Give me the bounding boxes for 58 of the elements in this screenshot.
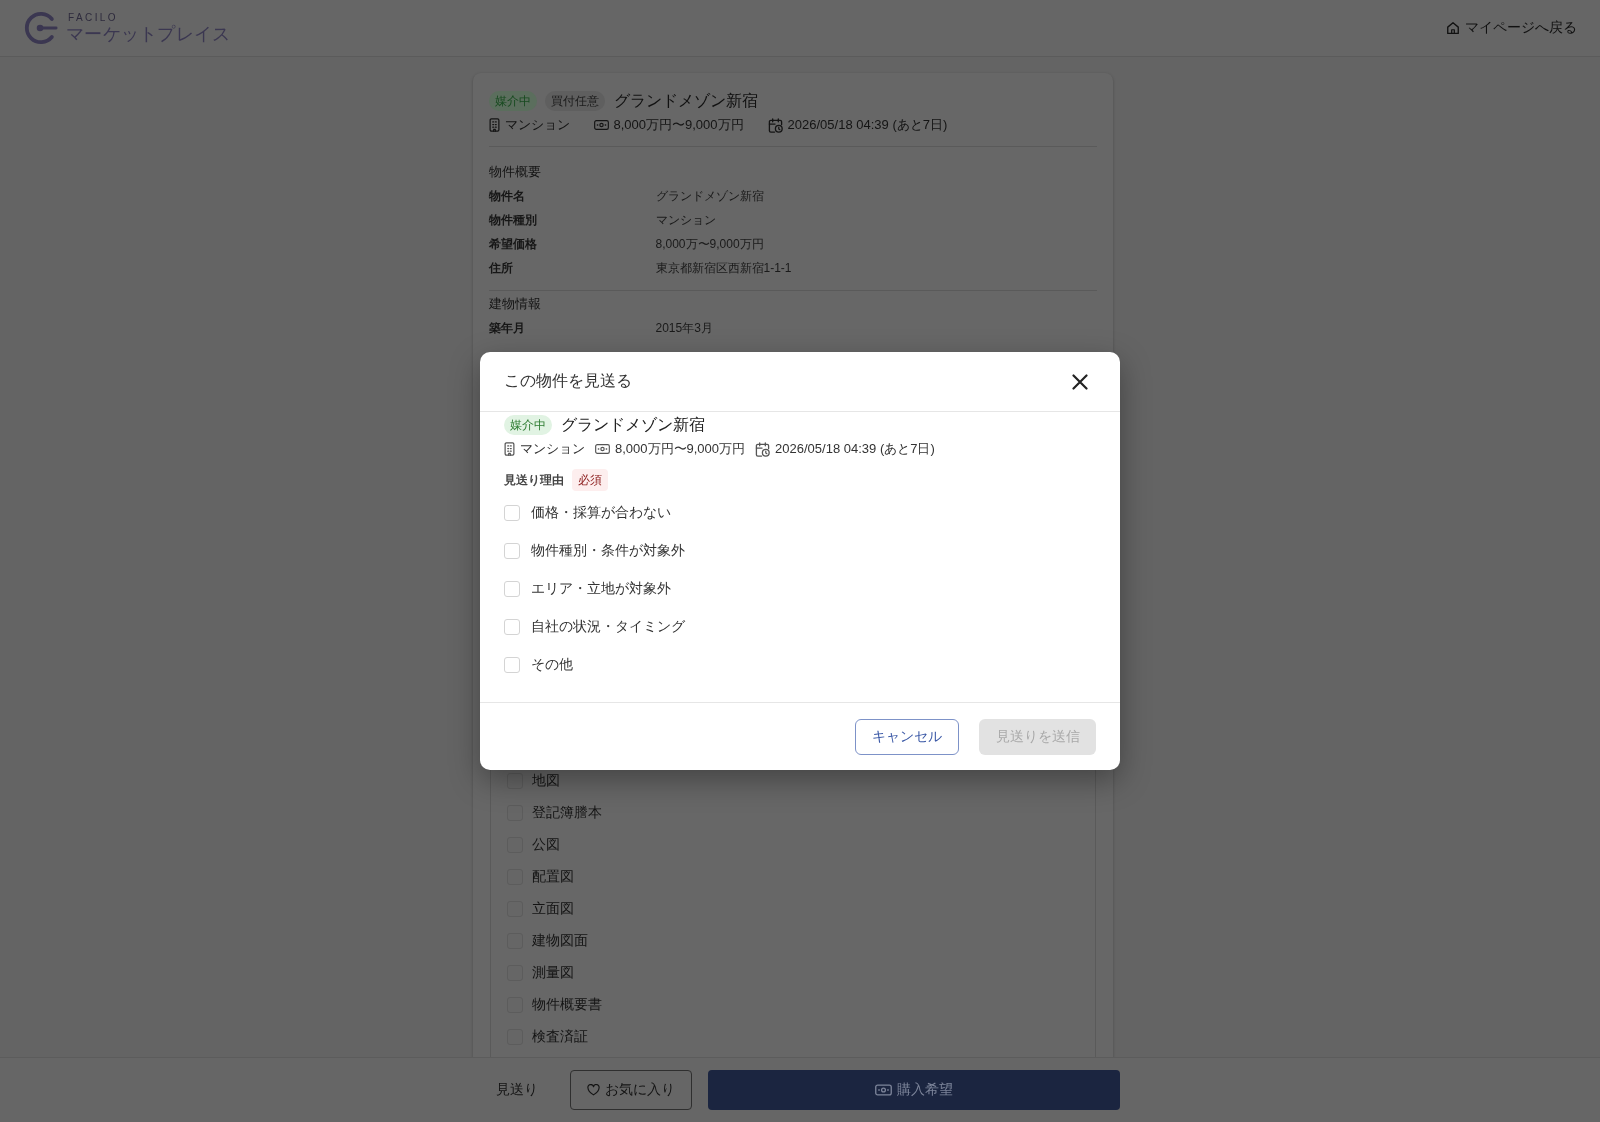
property-type: マンション bbox=[504, 116, 570, 134]
deadline-date: 2026/05/18 04:39 (あと7日) bbox=[775, 440, 935, 458]
document-label: 検査済証 bbox=[531, 1028, 588, 1046]
tag-badge: 買付任意 bbox=[544, 91, 605, 111]
section-heading: 物件概要 bbox=[488, 163, 542, 181]
section-heading: 建物情報 bbox=[488, 295, 542, 313]
document-label: 立面図 bbox=[531, 900, 574, 918]
reason-label: 物件種別・条件が対象外 bbox=[531, 542, 685, 560]
banknote-icon bbox=[593, 120, 609, 130]
close-icon bbox=[1072, 373, 1088, 390]
document-label: 登記簿謄本 bbox=[531, 804, 602, 822]
calendar-clock-icon bbox=[767, 117, 783, 133]
banknote-icon bbox=[875, 1084, 892, 1096]
property-title: グランドメゾン新宿 bbox=[613, 90, 758, 111]
field-label: 希望価格 bbox=[488, 235, 538, 253]
building-icon bbox=[504, 442, 515, 456]
field-label: 住所 bbox=[488, 259, 514, 277]
property-title: グランドメゾン新宿 bbox=[561, 414, 705, 435]
field-label: 物件名 bbox=[488, 187, 526, 205]
price-range: 8,000万円〜9,000万円 bbox=[615, 440, 746, 458]
document-label: 物件概要書 bbox=[531, 996, 602, 1014]
reason-label: その他 bbox=[531, 656, 573, 674]
cancel-button[interactable]: キャンセル bbox=[855, 718, 959, 755]
property-type: マンション bbox=[520, 440, 585, 458]
field-value: 2015年3月 bbox=[655, 319, 714, 337]
home-icon bbox=[1446, 21, 1460, 35]
reason-label: 価格・採算が合わない bbox=[531, 504, 671, 522]
favorite-button[interactable]: お気に入り bbox=[570, 1070, 692, 1110]
checkbox[interactable] bbox=[506, 773, 523, 789]
brand-wordmark: FACILO bbox=[68, 11, 118, 23]
price-range: 8,000万円〜9,000万円 bbox=[613, 116, 744, 134]
logo-icon bbox=[24, 11, 58, 45]
field-label: 物件種別 bbox=[488, 211, 538, 229]
calendar-clock-icon bbox=[755, 441, 771, 457]
reason-label: 自社の状況・タイミング bbox=[531, 618, 685, 636]
modal-title: この物件を見送る bbox=[504, 371, 632, 391]
heart-icon bbox=[587, 1084, 600, 1096]
field-label: 築年月 bbox=[488, 319, 526, 337]
field-value: 8,000万〜9,000万円 bbox=[655, 235, 765, 253]
status-badge: 媒介中 bbox=[504, 415, 552, 435]
document-label: 測量図 bbox=[531, 964, 574, 982]
document-label: 建物図面 bbox=[531, 932, 588, 950]
banknote-icon bbox=[595, 444, 610, 454]
back-link[interactable]: マイページへ戻る bbox=[1446, 19, 1577, 37]
document-label: 配置図 bbox=[531, 868, 574, 886]
field-value: グランドメゾン新宿 bbox=[655, 187, 765, 205]
required-badge: 必須 bbox=[572, 469, 608, 491]
reason-label: エリア・立地が対象外 bbox=[531, 580, 671, 598]
deadline-date: 2026/05/18 04:39 (あと7日) bbox=[787, 116, 948, 134]
purchase-button[interactable]: 購入希望 bbox=[708, 1070, 1120, 1110]
field-label: 見送り理由 bbox=[504, 471, 564, 489]
document-label: 地図 bbox=[531, 772, 560, 790]
building-icon bbox=[488, 118, 500, 132]
status-badge: 媒介中 bbox=[488, 91, 537, 111]
pass-button[interactable]: 見送り bbox=[480, 1070, 554, 1110]
document-label: 公図 bbox=[531, 836, 560, 854]
field-value: マンション bbox=[655, 211, 717, 229]
field-value: 東京都新宿区西新宿1-1-1 bbox=[655, 259, 793, 277]
